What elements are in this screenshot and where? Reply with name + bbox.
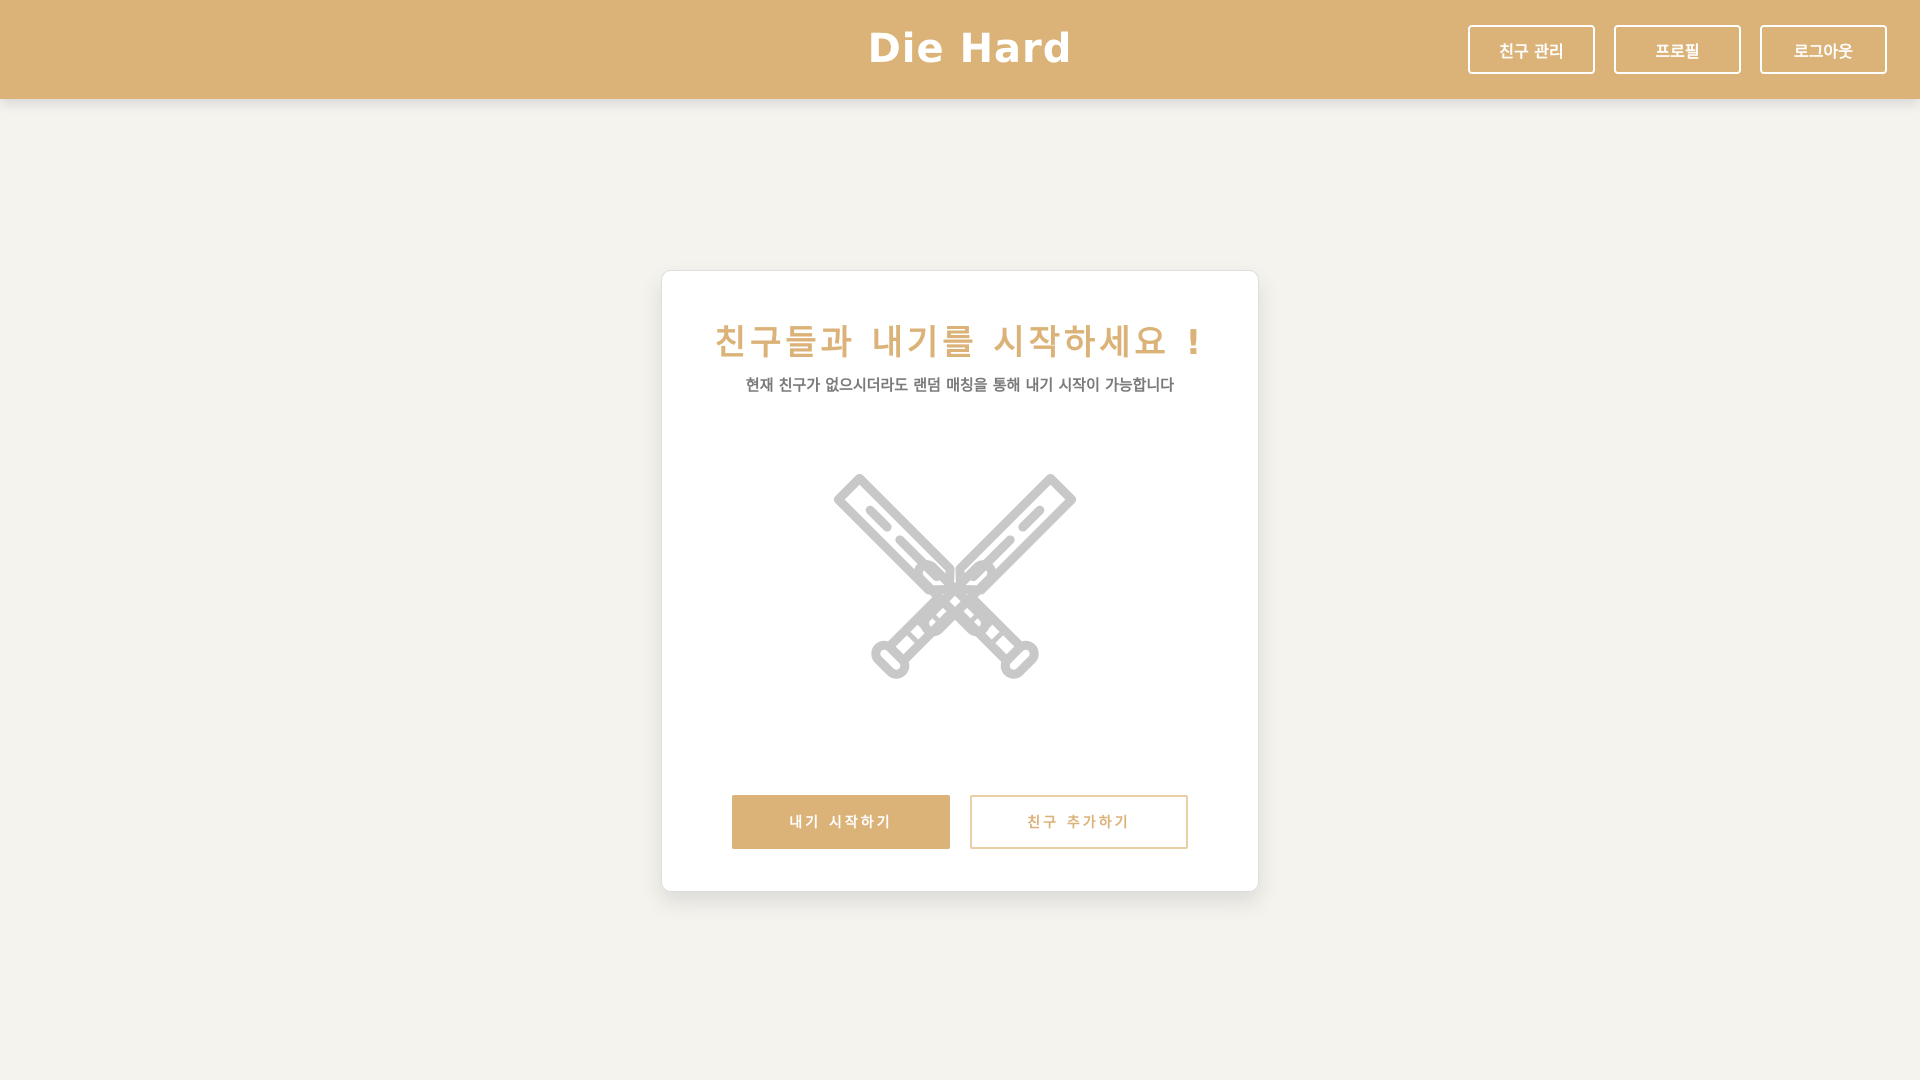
card-subtitle: 현재 친구가 없으시더라도 랜덤 매칭을 통해 내기 시작이 가능합니다 [745,376,1175,394]
logout-button[interactable]: 로그아웃 [1760,25,1887,74]
friends-manage-button[interactable]: 친구 관리 [1468,25,1595,74]
card-title: 친구들과 내기를 시작하세요 ! [714,323,1206,363]
add-friend-button[interactable]: 친구 추가하기 [970,795,1188,849]
start-bet-button[interactable]: 내기 시작하기 [732,795,950,849]
profile-button[interactable]: 프로필 [1614,25,1741,74]
crossed-swords-icon [833,473,1077,679]
empty-state-card: 친구들과 내기를 시작하세요 ! 현재 친구가 없으시더라도 랜덤 매칭을 통해… [661,270,1259,892]
top-header: Die Hard 친구 관리 프로필 로그아웃 [0,0,1920,99]
